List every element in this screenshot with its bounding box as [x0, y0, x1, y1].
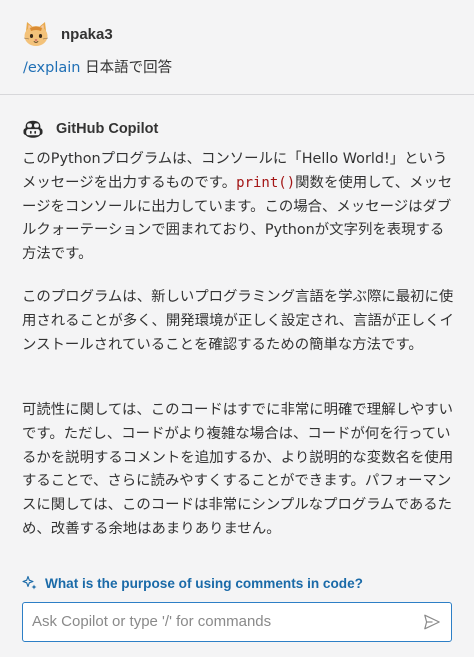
- copilot-header: GitHub Copilot: [22, 118, 158, 140]
- user-name: npaka3: [61, 25, 113, 43]
- response-paragraph-3: 可読性に関しては、このコードはすでに非常に明確で理解しやすいです。ただし、コード…: [22, 402, 454, 537]
- send-button[interactable]: [421, 611, 443, 633]
- chat-input-box: [22, 602, 452, 642]
- cat-avatar-icon: [23, 22, 49, 46]
- chat-input[interactable]: [23, 603, 413, 640]
- user-message-body: 日本語で回答: [80, 60, 173, 76]
- followup-suggestion-link[interactable]: What is the purpose of using comments in…: [22, 573, 363, 593]
- send-icon: [424, 614, 440, 630]
- copilot-name: GitHub Copilot: [56, 121, 159, 137]
- user-message-text: /explain 日本語で回答: [23, 56, 172, 77]
- inline-code-print: print(): [236, 174, 296, 191]
- user-header: npaka3: [22, 20, 113, 48]
- response-paragraph-1: このPythonプログラムは、コンソールに「Hello World!」というメッ…: [22, 148, 454, 267]
- user-message-block: npaka3 /explain 日本語で回答: [0, 0, 474, 94]
- sparkle-icon: [22, 575, 37, 590]
- response-paragraph-2: このプログラムは、新しいプログラミング言語を学ぶ際に最初に使用されることが多く、…: [22, 289, 454, 353]
- slash-command-link[interactable]: /explain: [23, 60, 80, 76]
- suggestion-text[interactable]: What is the purpose of using comments in…: [45, 576, 363, 591]
- copilot-response-block: GitHub Copilot このPythonプログラムは、コンソールに「Hel…: [0, 95, 474, 657]
- copilot-icon: [23, 120, 43, 138]
